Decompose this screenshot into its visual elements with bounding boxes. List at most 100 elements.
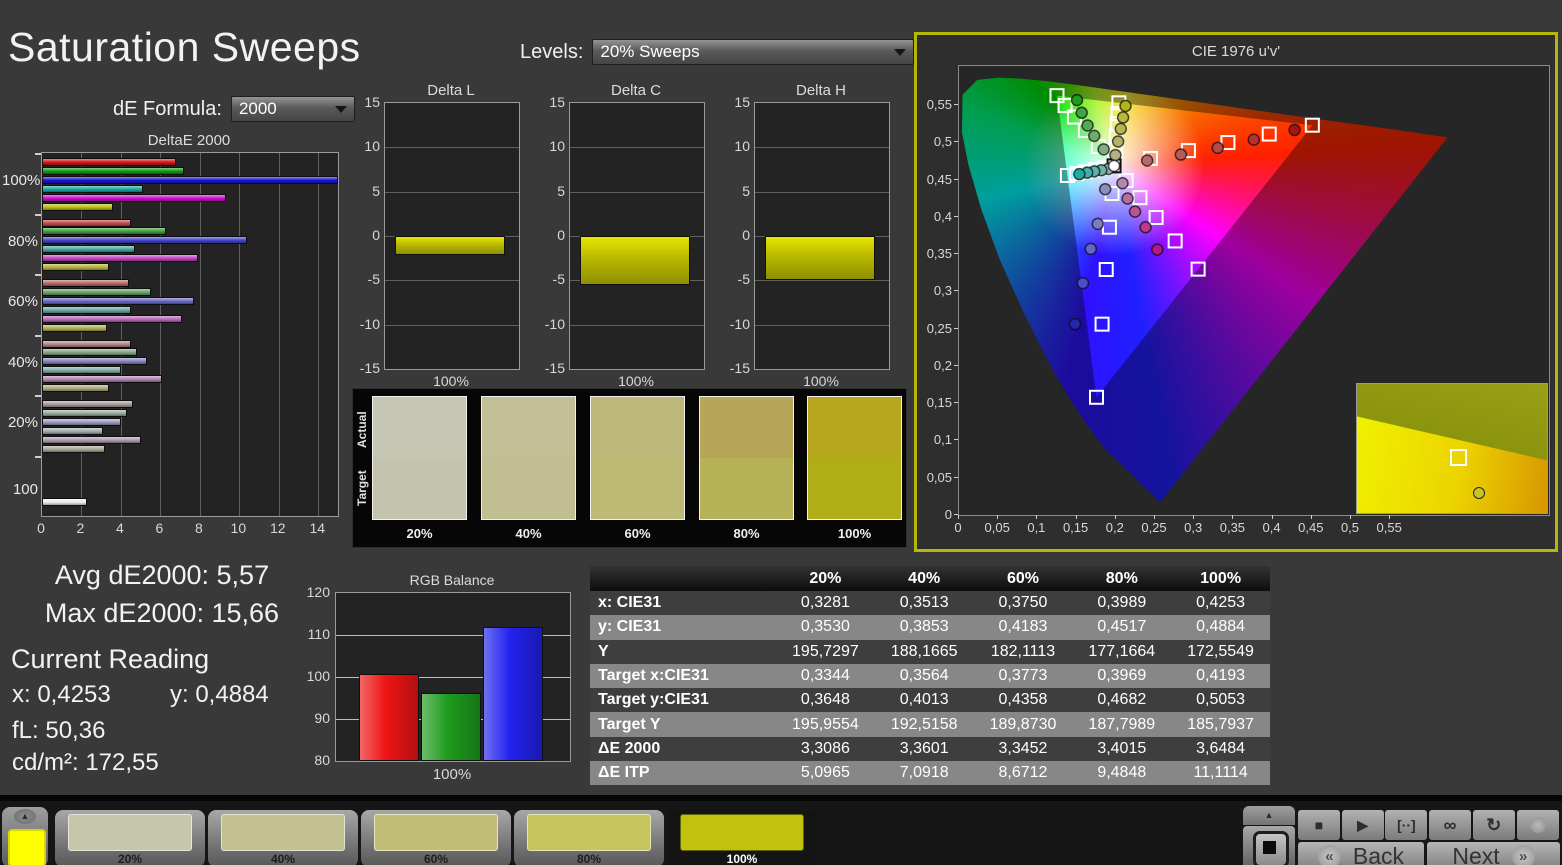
table-row: Target x:CIE31 0,3344 0,3564 0,3773 0,3969 0,… bbox=[590, 663, 1270, 689]
table-cell: 0,5053 bbox=[1196, 691, 1246, 709]
rgb-balance-title: RGB Balance bbox=[409, 572, 495, 588]
bar bbox=[42, 323, 108, 332]
axis-tick bbox=[1232, 515, 1234, 519]
loop-range-button[interactable]: [··] bbox=[1385, 810, 1428, 840]
pattern-tile-20%[interactable]: 20% bbox=[55, 810, 205, 865]
y-tick-label: 0,05 bbox=[926, 469, 952, 485]
gridline bbox=[278, 153, 280, 516]
y-tick-label: 0,15 bbox=[926, 395, 952, 411]
axis-tick bbox=[954, 253, 958, 255]
axis-tick bbox=[1310, 515, 1312, 519]
y-tick-label: 10 bbox=[549, 138, 565, 155]
row-label: ΔE 2000 bbox=[598, 739, 661, 757]
axis-tick bbox=[1036, 515, 1038, 519]
table-cell: 182,1113 bbox=[990, 642, 1056, 660]
table-cell: 192,5158 bbox=[890, 715, 958, 733]
next-button[interactable]: Next » bbox=[1427, 842, 1560, 865]
table-row: y: CIE31 0,3530 0,3853 0,4183 0,4517 0,4884 bbox=[590, 615, 1270, 640]
pattern-tile-60%[interactable]: 60% bbox=[361, 810, 511, 865]
gridline bbox=[570, 191, 704, 193]
y-tick-label: -10 bbox=[544, 315, 565, 332]
de-formula-dropdown[interactable]: 2000 bbox=[230, 96, 355, 122]
row-label: y: CIE31 bbox=[598, 618, 662, 636]
axis-tick bbox=[954, 215, 958, 217]
bar bbox=[42, 202, 114, 211]
measured-point bbox=[1109, 148, 1122, 162]
chevron-up-icon[interactable]: ▲ bbox=[1243, 806, 1295, 825]
gridline bbox=[570, 324, 704, 326]
x-tick-label: 10 bbox=[230, 520, 247, 536]
measured-point bbox=[1070, 93, 1084, 107]
actual-label: Actual bbox=[355, 411, 369, 449]
refresh-icon: ↻ bbox=[1486, 814, 1502, 835]
column-header: 20% bbox=[809, 569, 842, 587]
bar bbox=[42, 175, 338, 184]
infinity-icon: ∞ bbox=[1443, 814, 1457, 835]
back-arrow-icon: « bbox=[1317, 844, 1341, 865]
measured-point bbox=[1472, 487, 1485, 500]
y-tick-label: 0,1 bbox=[933, 432, 952, 448]
bar bbox=[42, 339, 131, 348]
axis-tick bbox=[958, 515, 959, 519]
table-cell: 3,6484 bbox=[1196, 739, 1246, 757]
axis-tick bbox=[954, 476, 958, 478]
pattern-window-button[interactable] bbox=[1243, 826, 1295, 865]
cie-title: CIE 1976 u'v' bbox=[1191, 43, 1281, 60]
back-label: Back bbox=[1352, 842, 1405, 865]
measured-point bbox=[1151, 243, 1164, 256]
measured-point bbox=[1084, 242, 1097, 256]
bar bbox=[42, 263, 110, 271]
bar bbox=[395, 236, 505, 255]
infinity-button[interactable]: ∞ bbox=[1429, 810, 1472, 840]
target-square bbox=[1450, 448, 1468, 466]
axis-tick bbox=[1075, 515, 1077, 519]
table-cell: 0,3773 bbox=[998, 667, 1048, 685]
chevron-up-icon[interactable]: ▲ bbox=[14, 809, 36, 824]
row-label: Target y:CIE31 bbox=[598, 691, 709, 709]
play-button[interactable]: ▶ bbox=[1341, 810, 1384, 840]
tile-swatch bbox=[374, 814, 498, 851]
measured-point bbox=[1107, 159, 1121, 173]
gridline bbox=[385, 147, 519, 149]
cie-panel[interactable]: CIE 1976 u'v' 0 0,05 0,1 0,15 0,2 0,25 0,3 0,35… bbox=[914, 32, 1558, 552]
bar bbox=[421, 692, 481, 761]
current-pattern-swatch[interactable] bbox=[8, 829, 46, 865]
reading-x: x: 0,4253 bbox=[12, 681, 111, 708]
x-tick-label: 0,1 bbox=[1027, 520, 1046, 535]
y-tick-label: 110 bbox=[307, 626, 330, 642]
tile-label: 20% bbox=[117, 852, 143, 865]
measured-point bbox=[1116, 111, 1130, 124]
pattern-tile-40%[interactable]: 40% bbox=[208, 810, 358, 865]
refresh-button[interactable]: ↻ bbox=[1472, 810, 1515, 840]
gridline bbox=[385, 280, 519, 282]
x-tick-label: 0 bbox=[954, 520, 962, 535]
back-button[interactable]: « Back bbox=[1298, 842, 1424, 865]
group-label: 80% bbox=[7, 232, 38, 250]
table-cell: 0,3513 bbox=[899, 594, 949, 612]
actual-swatch bbox=[373, 397, 466, 458]
axis-tick bbox=[1271, 515, 1273, 519]
pattern-tile-80%[interactable]: 80% bbox=[514, 810, 664, 865]
target-swatch bbox=[591, 458, 684, 519]
table-cell: 0,4253 bbox=[1196, 594, 1246, 612]
x-tick-label: 8 bbox=[194, 520, 203, 536]
bar bbox=[42, 408, 127, 417]
column-header: 100% bbox=[1200, 569, 1242, 587]
chevron-down-icon bbox=[894, 48, 907, 56]
y-tick-label: -15 bbox=[359, 360, 380, 376]
delta-plot bbox=[569, 102, 705, 370]
axis-tick bbox=[1389, 515, 1391, 519]
stop-button[interactable]: ■ bbox=[1298, 810, 1340, 840]
color-patch bbox=[807, 396, 902, 520]
table-cell: 0,3281 bbox=[800, 594, 850, 612]
axis-tick bbox=[954, 402, 958, 404]
blank-button[interactable] bbox=[1516, 810, 1559, 840]
target-swatch bbox=[808, 458, 901, 519]
measured-point bbox=[1140, 154, 1154, 167]
axis-tick bbox=[954, 290, 958, 292]
table-cell: 0,3989 bbox=[1097, 594, 1147, 612]
chart-title: Delta C bbox=[610, 82, 662, 99]
pattern-tile-100%[interactable]: 100% bbox=[667, 810, 817, 865]
levels-dropdown[interactable]: 20% Sweeps bbox=[592, 39, 915, 65]
delta-chart-l: Delta L 15 10 5 0 -5 -10 -15 100% bbox=[356, 82, 522, 390]
